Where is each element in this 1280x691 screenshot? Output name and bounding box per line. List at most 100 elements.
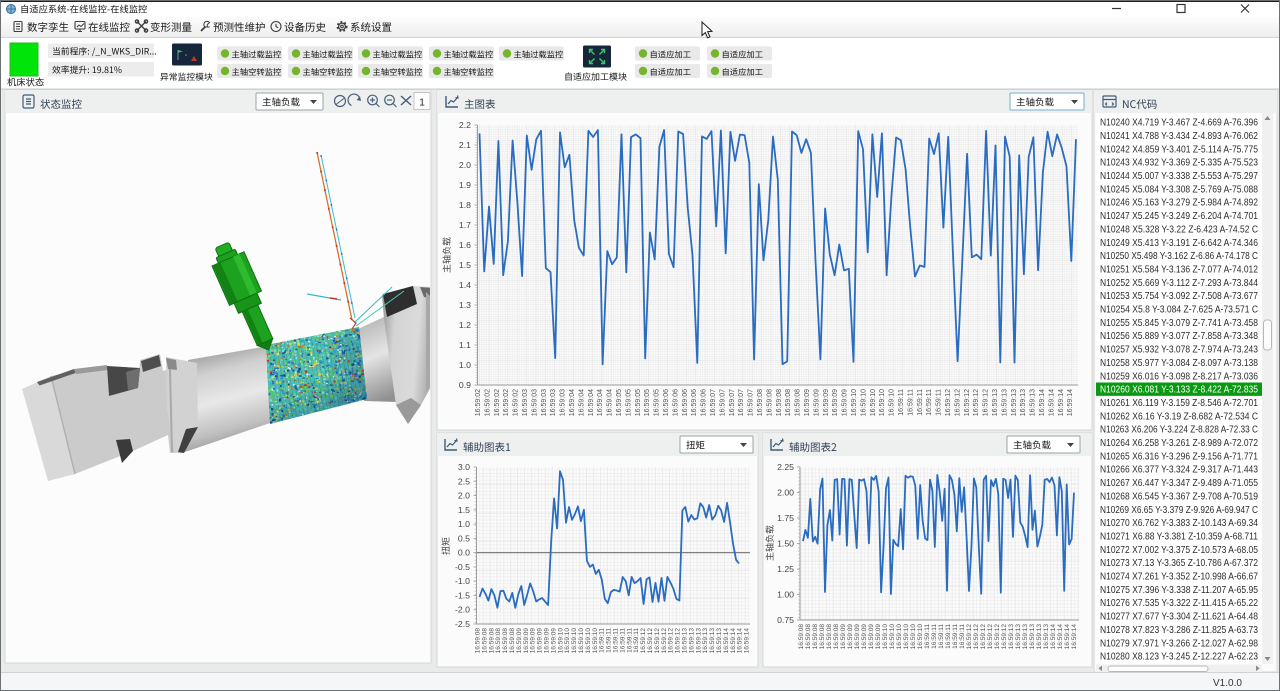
- svg-text:16:59:13: 16:59:13: [1029, 624, 1036, 650]
- svg-text:16:59:13: 16:59:13: [1008, 624, 1015, 650]
- svg-text:16:59:09: 16:59:09: [823, 389, 830, 416]
- svg-text:16:59:10: 16:59:10: [889, 624, 896, 650]
- svg-text:1.0: 1.0: [458, 519, 470, 529]
- svg-text:1.7: 1.7: [459, 220, 471, 230]
- svg-text:N10268 X6.545 Y-3.367 Z-9.708: N10268 X6.545 Y-3.367 Z-9.708 A-70.519: [1100, 490, 1258, 502]
- svg-text:16:59:03: 16:59:03: [522, 389, 529, 416]
- svg-text:1.5: 1.5: [458, 505, 470, 515]
- svg-text:16:59:04: 16:59:04: [569, 389, 576, 416]
- svg-text:16:59:12: 16:59:12: [1001, 624, 1008, 650]
- svg-text:16:59:12: 16:59:12: [980, 624, 987, 650]
- svg-text:16:59:08: 16:59:08: [826, 624, 833, 650]
- svg-text:16:59:13: 16:59:13: [992, 389, 999, 416]
- svg-text:N10241 X4.788 Y-3.434 Z-4.893: N10241 X4.788 Y-3.434 Z-4.893 A-76.062: [1100, 130, 1258, 142]
- svg-text:16:59:12: 16:59:12: [987, 624, 994, 650]
- svg-text:2.5: 2.5: [458, 476, 470, 486]
- svg-text:N10254 X5.8 Y-3.084 Z-7.625 A-: N10254 X5.8 Y-3.084 Z-7.625 A-73.571 C: [1100, 304, 1258, 316]
- svg-text:N10259 X6.016 Y-3.098 Z-8.217: N10259 X6.016 Y-3.098 Z-8.217 A-73.036: [1100, 370, 1258, 382]
- svg-text:16:59:14: 16:59:14: [1064, 624, 1071, 650]
- svg-text:N10274 X7.261 Y-3.352 Z-10.998: N10274 X7.261 Y-3.352 Z-10.998 A-66.67: [1100, 571, 1258, 583]
- svg-text:16:59:10: 16:59:10: [860, 389, 867, 416]
- svg-text:16:59:05: 16:59:05: [635, 389, 642, 416]
- svg-text:N10279 X7.971 Y-3.266 Z-12.027: N10279 X7.971 Y-3.266 Z-12.027 A-62.98: [1100, 637, 1258, 649]
- svg-text:3.0: 3.0: [458, 462, 470, 472]
- svg-text:-2.0: -2.0: [455, 605, 470, 615]
- svg-text:1.25: 1.25: [777, 564, 794, 574]
- svg-text:16:59:09: 16:59:09: [813, 389, 820, 416]
- svg-text:16:59:10: 16:59:10: [870, 389, 877, 416]
- svg-text:16:59:08: 16:59:08: [805, 624, 812, 650]
- svg-text:16:59:09: 16:59:09: [868, 624, 875, 650]
- svg-text:16:59:07: 16:59:07: [738, 389, 745, 416]
- svg-text:1.75: 1.75: [777, 513, 794, 523]
- svg-text:N10278 X7.823 Y-3.286 Z-11.825: N10278 X7.823 Y-3.286 Z-11.825 A-63.73: [1100, 624, 1258, 636]
- svg-text:16:59:12: 16:59:12: [966, 624, 973, 650]
- svg-text:2.00: 2.00: [777, 488, 794, 498]
- svg-text:16:59:11: 16:59:11: [926, 389, 933, 416]
- svg-text:16:59:12: 16:59:12: [964, 389, 971, 416]
- svg-text:N10263 X6.206 Y-3.224 Z-8.828: N10263 X6.206 Y-3.224 Z-8.828 A-72.33 C: [1100, 424, 1258, 436]
- svg-text:16:59:06: 16:59:06: [663, 389, 670, 416]
- svg-text:16:59:09: 16:59:09: [861, 624, 868, 650]
- svg-text:N10248 X5.328 Y-3.22 Z-6.423 A: N10248 X5.328 Y-3.22 Z-6.423 A-74.52 C: [1100, 223, 1258, 235]
- svg-text:16:59:12: 16:59:12: [973, 389, 980, 416]
- svg-text:16:59:11: 16:59:11: [936, 389, 943, 416]
- svg-text:16:59:13: 16:59:13: [1001, 389, 1008, 416]
- svg-text:N10251 X5.584 Y-3.136 Z-7.077: N10251 X5.584 Y-3.136 Z-7.077 A-74.012: [1100, 263, 1258, 275]
- svg-text:16:59:08: 16:59:08: [785, 389, 792, 416]
- svg-text:16:59:12: 16:59:12: [983, 389, 990, 416]
- svg-text:16:59:13: 16:59:13: [1020, 389, 1027, 416]
- svg-text:0.5: 0.5: [458, 533, 470, 543]
- svg-text:-1.5: -1.5: [455, 590, 470, 600]
- svg-text:N10253 X5.754 Y-3.092 Z-7.508: N10253 X5.754 Y-3.092 Z-7.508 A-73.677: [1100, 290, 1258, 302]
- svg-text:16:59:13: 16:59:13: [1015, 624, 1022, 650]
- svg-text:16:59:10: 16:59:10: [917, 624, 924, 650]
- svg-text:2.2: 2.2: [459, 120, 471, 130]
- svg-text:N10262 X6.16 Y-3.19 Z-8.682 A-: N10262 X6.16 Y-3.19 Z-8.682 A-72.534 C: [1100, 410, 1258, 422]
- svg-text:1: 1: [419, 98, 425, 109]
- svg-text:N10245 X5.084 Y-3.308 Z-5.769: N10245 X5.084 Y-3.308 Z-5.769 A-75.088: [1100, 183, 1258, 195]
- svg-text:1.0: 1.0: [459, 360, 471, 370]
- svg-text:N10246 X5.163 Y-3.279 Z-5.984: N10246 X5.163 Y-3.279 Z-5.984 A-74.892: [1100, 197, 1258, 209]
- svg-text:16:59:14: 16:59:14: [1058, 389, 1065, 416]
- svg-text:N10264 X6.258 Y-3.261 Z-8.989: N10264 X6.258 Y-3.261 Z-8.989 A-72.072: [1100, 437, 1258, 449]
- svg-text:16:59:10: 16:59:10: [889, 389, 896, 416]
- svg-text:16:59:10: 16:59:10: [896, 624, 903, 650]
- svg-text:16:59:14: 16:59:14: [1048, 389, 1055, 416]
- svg-text:N10247 X5.245 Y-3.249 Z-6.204: N10247 X5.245 Y-3.249 Z-6.204 A-74.701: [1100, 210, 1258, 222]
- svg-text:16:59:11: 16:59:11: [898, 389, 905, 416]
- svg-text:0.0: 0.0: [458, 548, 470, 558]
- svg-text:1.8: 1.8: [459, 200, 471, 210]
- svg-text:1.5: 1.5: [459, 260, 471, 270]
- svg-text:16:59:11: 16:59:11: [959, 624, 966, 649]
- svg-text:-0.5: -0.5: [455, 562, 470, 572]
- svg-text:16:59:10: 16:59:10: [879, 389, 886, 416]
- svg-text:16:59:06: 16:59:06: [701, 389, 708, 416]
- svg-text:16:59:10: 16:59:10: [903, 624, 910, 650]
- svg-text:16:59:10: 16:59:10: [851, 389, 858, 416]
- svg-text:2.0: 2.0: [459, 160, 471, 170]
- svg-text:16:59:05: 16:59:05: [616, 389, 623, 416]
- svg-text:16:59:03: 16:59:03: [541, 389, 548, 416]
- svg-text:1.9: 1.9: [459, 180, 471, 190]
- svg-text:N10249 X5.413 Y-3.191 Z-6.642: N10249 X5.413 Y-3.191 Z-6.642 A-74.346: [1100, 237, 1258, 249]
- svg-text:N10277 X7.677 Y-3.304 Z-11.621: N10277 X7.677 Y-3.304 Z-11.621 A-64.48: [1100, 611, 1258, 623]
- svg-text:N10265 X6.316 Y-3.296 Z-9.156: N10265 X6.316 Y-3.296 Z-9.156 A-71.771: [1100, 450, 1258, 462]
- svg-text:16:59:14: 16:59:14: [1050, 624, 1057, 650]
- svg-text:N10240 X4.719 Y-3.467 Z-4.669: N10240 X4.719 Y-3.467 Z-4.669 A-76.396: [1100, 117, 1258, 129]
- svg-text:16:59:04: 16:59:04: [597, 389, 604, 416]
- svg-text:2.0: 2.0: [458, 491, 470, 501]
- svg-text:16:59:11: 16:59:11: [924, 624, 931, 649]
- svg-text:16:59:08: 16:59:08: [766, 389, 773, 416]
- svg-text:N10267 X6.447 Y-3.347 Z-9.489: N10267 X6.447 Y-3.347 Z-9.489 A-71.055: [1100, 477, 1258, 489]
- svg-text:1.1: 1.1: [459, 340, 471, 350]
- svg-text:16:59:12: 16:59:12: [973, 624, 980, 650]
- svg-text:N10272 X7.002 Y-3.375 Z-10.573: N10272 X7.002 Y-3.375 Z-10.573 A-68.05: [1100, 544, 1258, 556]
- svg-text:0.9: 0.9: [459, 380, 471, 390]
- svg-text:16:59:07: 16:59:07: [729, 389, 736, 416]
- svg-text:16:59:10: 16:59:10: [910, 624, 917, 650]
- svg-text:16:59:09: 16:59:09: [842, 389, 849, 416]
- svg-text:16:59:14: 16:59:14: [1039, 389, 1046, 416]
- svg-text:16:59:05: 16:59:05: [625, 389, 632, 416]
- svg-text:V1.0.0: V1.0.0: [1213, 678, 1242, 689]
